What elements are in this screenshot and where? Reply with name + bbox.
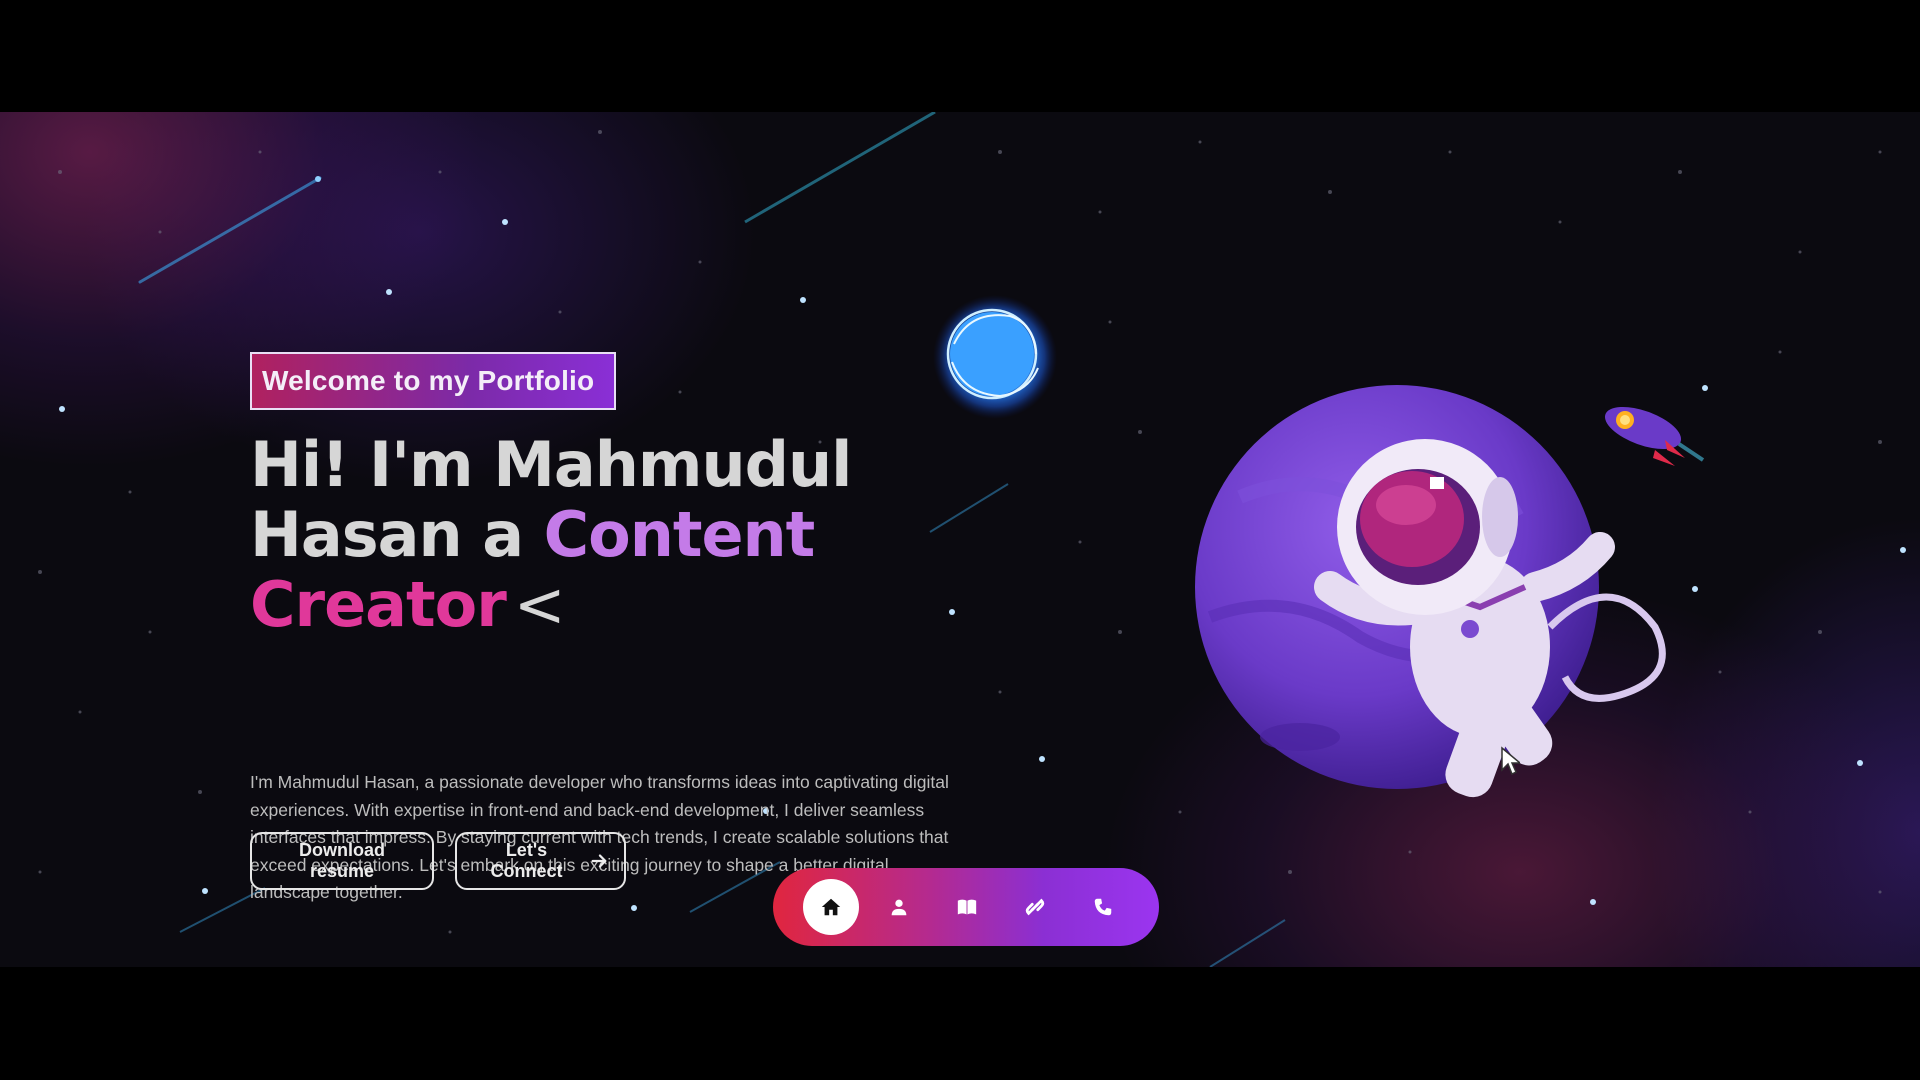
welcome-badge: Welcome to my Portfolio bbox=[250, 352, 616, 410]
glowing-moon-illustration bbox=[933, 295, 1057, 419]
headline-role-word-2: Creator bbox=[250, 568, 507, 641]
nav-about-button[interactable] bbox=[871, 879, 927, 935]
rocket-illustration bbox=[1604, 406, 1705, 466]
user-icon bbox=[891, 899, 907, 916]
letterbox-top bbox=[0, 0, 1920, 112]
download-resume-label: Download resume bbox=[299, 840, 385, 881]
headline-text-line-2: Hasan a bbox=[250, 498, 544, 571]
nav-contact-button[interactable] bbox=[1075, 879, 1131, 935]
lets-connect-label: Let's Connect bbox=[490, 840, 563, 881]
mouse-cursor-icon bbox=[1501, 746, 1520, 776]
nav-links-button[interactable] bbox=[1007, 879, 1063, 935]
arrow-right-icon bbox=[591, 854, 607, 868]
typing-cursor: < bbox=[513, 568, 566, 641]
hero-headline: Hi! I'm Mahmudul Hasan a Content Creator < bbox=[250, 430, 950, 640]
home-icon bbox=[821, 898, 841, 916]
phone-icon bbox=[1094, 898, 1112, 916]
headline-role-word-1: Content bbox=[543, 498, 816, 571]
lets-connect-button[interactable]: Let's Connect bbox=[455, 832, 626, 890]
book-icon bbox=[957, 899, 977, 915]
nav-resume-button[interactable] bbox=[939, 879, 995, 935]
link-icon bbox=[1025, 898, 1045, 916]
letterbox-bottom bbox=[0, 967, 1920, 1080]
headline-text-line-1: Hi! I'm Mahmudul bbox=[250, 428, 852, 501]
nav-home-button[interactable] bbox=[803, 879, 859, 935]
download-resume-button[interactable]: Download resume bbox=[250, 832, 434, 890]
bottom-navigation-bar bbox=[773, 868, 1159, 946]
